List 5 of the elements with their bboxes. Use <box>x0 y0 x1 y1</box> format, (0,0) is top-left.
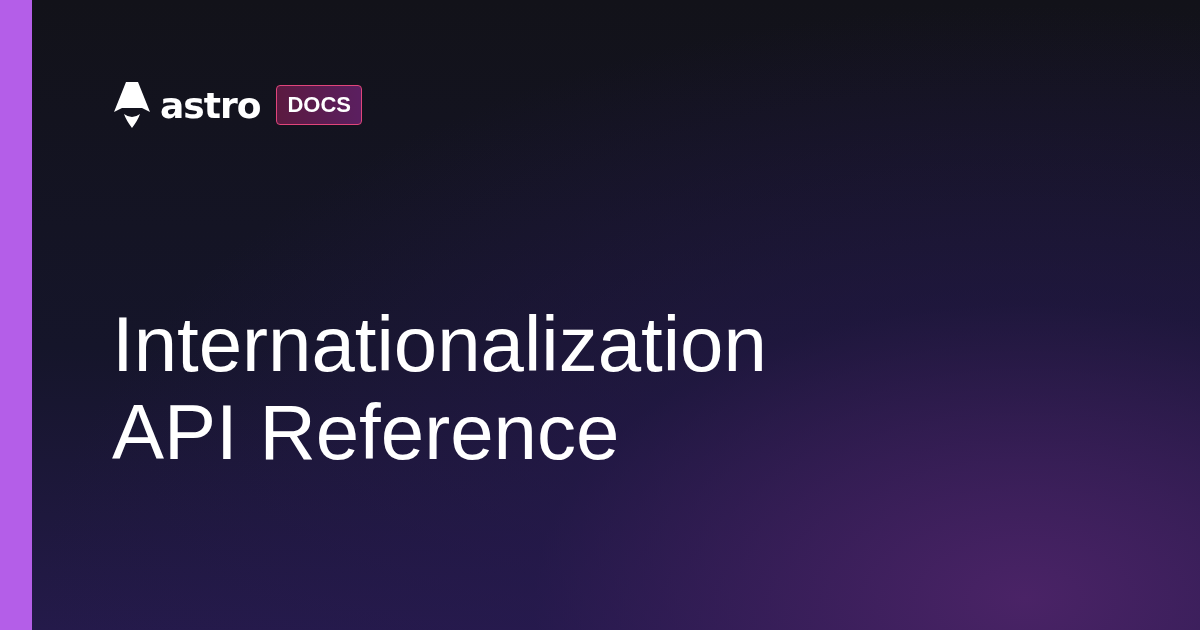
docs-badge: DOCS <box>276 85 362 125</box>
page-title-line: Internationalization <box>112 300 768 388</box>
page-title-line: API Reference <box>112 388 621 476</box>
logo-wordmark: astro <box>160 84 261 126</box>
rocket-logo-icon <box>112 80 152 130</box>
